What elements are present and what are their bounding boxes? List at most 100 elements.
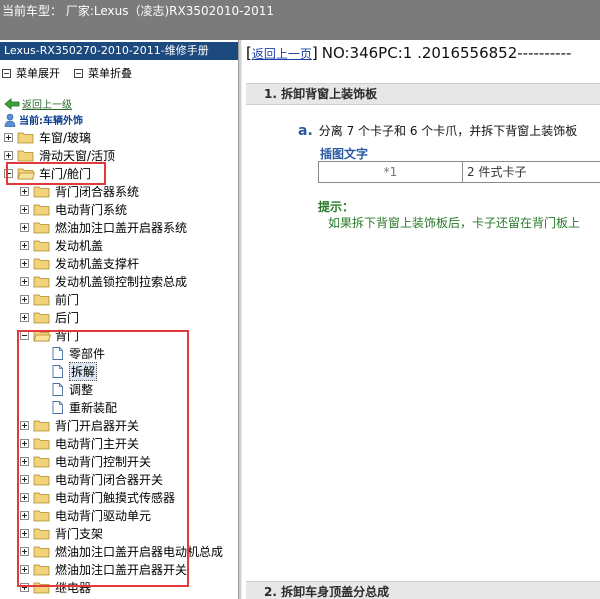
collapse-toggle-icon[interactable] [4, 168, 13, 178]
expand-toggle-icon[interactable] [20, 258, 29, 268]
procedure-step: a. 分离 7 个卡子和 6 个卡爪，并拆下背窗上装饰板 [298, 122, 577, 139]
document-header: [ 返回上一页 ] NO:346PC:1 .2016556852--------… [246, 44, 571, 62]
tree-folder-item[interactable]: 车门/舱门 [4, 164, 91, 182]
folder-icon [33, 222, 50, 233]
folder-icon [17, 150, 34, 161]
collapse-menu-button[interactable]: 菜单折叠 [74, 65, 132, 81]
tree-folder-item[interactable]: 滑动天窗/活顶 [4, 146, 115, 164]
hint-label: 提示： [318, 200, 355, 214]
tree-document-item[interactable]: 调整 [52, 380, 93, 398]
tree-item-label: 前门 [55, 292, 80, 307]
tree-item-label: 电动背门主开关 [55, 436, 140, 451]
expand-menu-button[interactable]: 菜单展开 [2, 65, 60, 81]
folder-icon [33, 312, 50, 323]
expand-toggle-icon[interactable] [20, 420, 29, 430]
tree-folder-item[interactable]: 电动背门控制开关 [20, 452, 151, 470]
folder-icon [33, 258, 50, 269]
tree-folder-item[interactable]: 后门 [20, 308, 79, 326]
folder-open-icon [33, 330, 51, 341]
manual-title: Lexus-RX350270-2010-2011-维修手册 [0, 42, 238, 60]
document-icon [52, 382, 63, 396]
tree-item-label: 电动背门系统 [55, 202, 128, 217]
tree-folder-item[interactable]: 继电器 [20, 578, 91, 596]
expand-toggle-icon[interactable] [20, 564, 29, 574]
collapse-toggle-icon[interactable] [20, 330, 29, 340]
current-location: 当前:车辆外饰 [4, 112, 83, 127]
back-previous-page-link[interactable]: 返回上一页 [252, 45, 312, 62]
folder-icon [33, 564, 50, 575]
person-icon [4, 113, 16, 127]
expand-toggle-icon[interactable] [4, 132, 13, 142]
tree-item-label: 电动背门驱动单元 [55, 508, 152, 523]
illustration-key: *1 [319, 162, 463, 182]
tree-folder-item[interactable]: 发动机盖支撑杆 [20, 254, 139, 272]
navigation-panel: Lexus-RX350270-2010-2011-维修手册 菜单展开 菜单折叠 … [0, 40, 238, 599]
expand-toggle-icon[interactable] [4, 150, 13, 160]
tree-item-label: 发动机盖锁控制拉索总成 [55, 274, 188, 289]
expand-toggle-icon[interactable] [20, 456, 29, 466]
tree-item-label: 车门/舱门 [39, 166, 92, 181]
folder-icon [33, 438, 50, 449]
tree-folder-item[interactable]: 背门 [20, 326, 79, 344]
current-model-title: 当前车型： 厂家:Lexus（凌志)RX3502010-2011 [2, 4, 275, 18]
folder-icon [33, 510, 50, 521]
bracket-close: ] [311, 44, 318, 62]
tree-item-label: 发动机盖 [55, 238, 104, 253]
tree-folder-item[interactable]: 发动机盖锁控制拉索总成 [20, 272, 187, 290]
tree-folder-item[interactable]: 电动背门触摸式传感器 [20, 488, 175, 506]
expand-toggle-icon[interactable] [20, 546, 29, 556]
expand-toggle-icon[interactable] [20, 222, 29, 232]
current-location-label: 当前:车辆外饰 [19, 116, 83, 127]
tree-folder-item[interactable]: 电动背门系统 [20, 200, 127, 218]
tree-folder-item[interactable]: 燃油加注口盖开启器系统 [20, 218, 187, 236]
tree-item-label: 燃油加注口盖开启器系统 [55, 220, 188, 235]
expand-toggle-icon[interactable] [20, 492, 29, 502]
section-heading: 2. 拆卸车身顶盖分总成 [246, 581, 600, 599]
tree-item-label: 背门闭合器系统 [55, 184, 140, 199]
expand-toggle-icon[interactable] [20, 240, 29, 250]
expand-toggle-icon[interactable] [20, 186, 29, 196]
illustration-text-heading: 插图文字 [320, 147, 369, 161]
section-heading: 1. 拆卸背窗上装饰板 [246, 83, 600, 105]
tree-folder-item[interactable]: 发动机盖 [20, 236, 103, 254]
expand-toggle-icon[interactable] [20, 276, 29, 286]
menu-toolbar: 菜单展开 菜单折叠 [2, 66, 146, 80]
tree-folder-item[interactable]: 电动背门驱动单元 [20, 506, 151, 524]
expand-toggle-icon[interactable] [20, 582, 29, 592]
expand-toggle-icon[interactable] [20, 294, 29, 304]
tree-folder-item[interactable]: 电动背门闭合器开关 [20, 470, 163, 488]
tree-folder-item[interactable]: 燃油加注口盖开启器开关 [20, 560, 187, 578]
tree-folder-item[interactable]: 背门闭合器系统 [20, 182, 139, 200]
collapse-menu-label: 菜单折叠 [88, 67, 132, 80]
folder-icon [33, 492, 50, 503]
expand-toggle-icon[interactable] [20, 204, 29, 214]
tree-folder-item[interactable]: 背门支架 [20, 524, 103, 542]
tree-folder-item[interactable]: 背门开启器开关 [20, 416, 139, 434]
expand-toggle-icon[interactable] [20, 312, 29, 322]
title-bar: 当前车型： 厂家:Lexus（凌志)RX3502010-2011 [0, 0, 600, 40]
tree-item-label: 燃油加注口盖开启器开关 [55, 562, 188, 577]
folder-icon [33, 582, 50, 593]
expand-toggle-icon[interactable] [20, 474, 29, 484]
tree-document-item[interactable]: 零部件 [52, 344, 105, 362]
tree-item-label: 电动背门闭合器开关 [55, 472, 164, 487]
document-icon [52, 400, 63, 414]
tree-item-label: 背门开启器开关 [55, 418, 140, 433]
tree-folder-item[interactable]: 前门 [20, 290, 79, 308]
folder-icon [33, 456, 50, 467]
folder-icon [33, 204, 50, 215]
folder-icon [17, 132, 34, 143]
expand-toggle-icon[interactable] [20, 438, 29, 448]
tree-document-item[interactable]: 拆解 [52, 361, 98, 381]
expand-toggle-icon[interactable] [20, 510, 29, 520]
tree-folder-item[interactable]: 燃油加注口盖开启器电动机总成 [20, 542, 223, 560]
back-arrow-icon [4, 97, 20, 110]
tree-folder-item[interactable]: 车窗/玻璃 [4, 128, 91, 146]
folder-open-icon [17, 168, 35, 179]
tree-folder-item[interactable]: 电动背门主开关 [20, 434, 139, 452]
expand-toggle-icon[interactable] [20, 528, 29, 538]
collapse-box-icon [74, 68, 83, 78]
back-up-level-link[interactable]: 返回上一级 [4, 96, 72, 111]
tree-document-item[interactable]: 重新装配 [52, 398, 117, 416]
document-icon [52, 346, 63, 360]
